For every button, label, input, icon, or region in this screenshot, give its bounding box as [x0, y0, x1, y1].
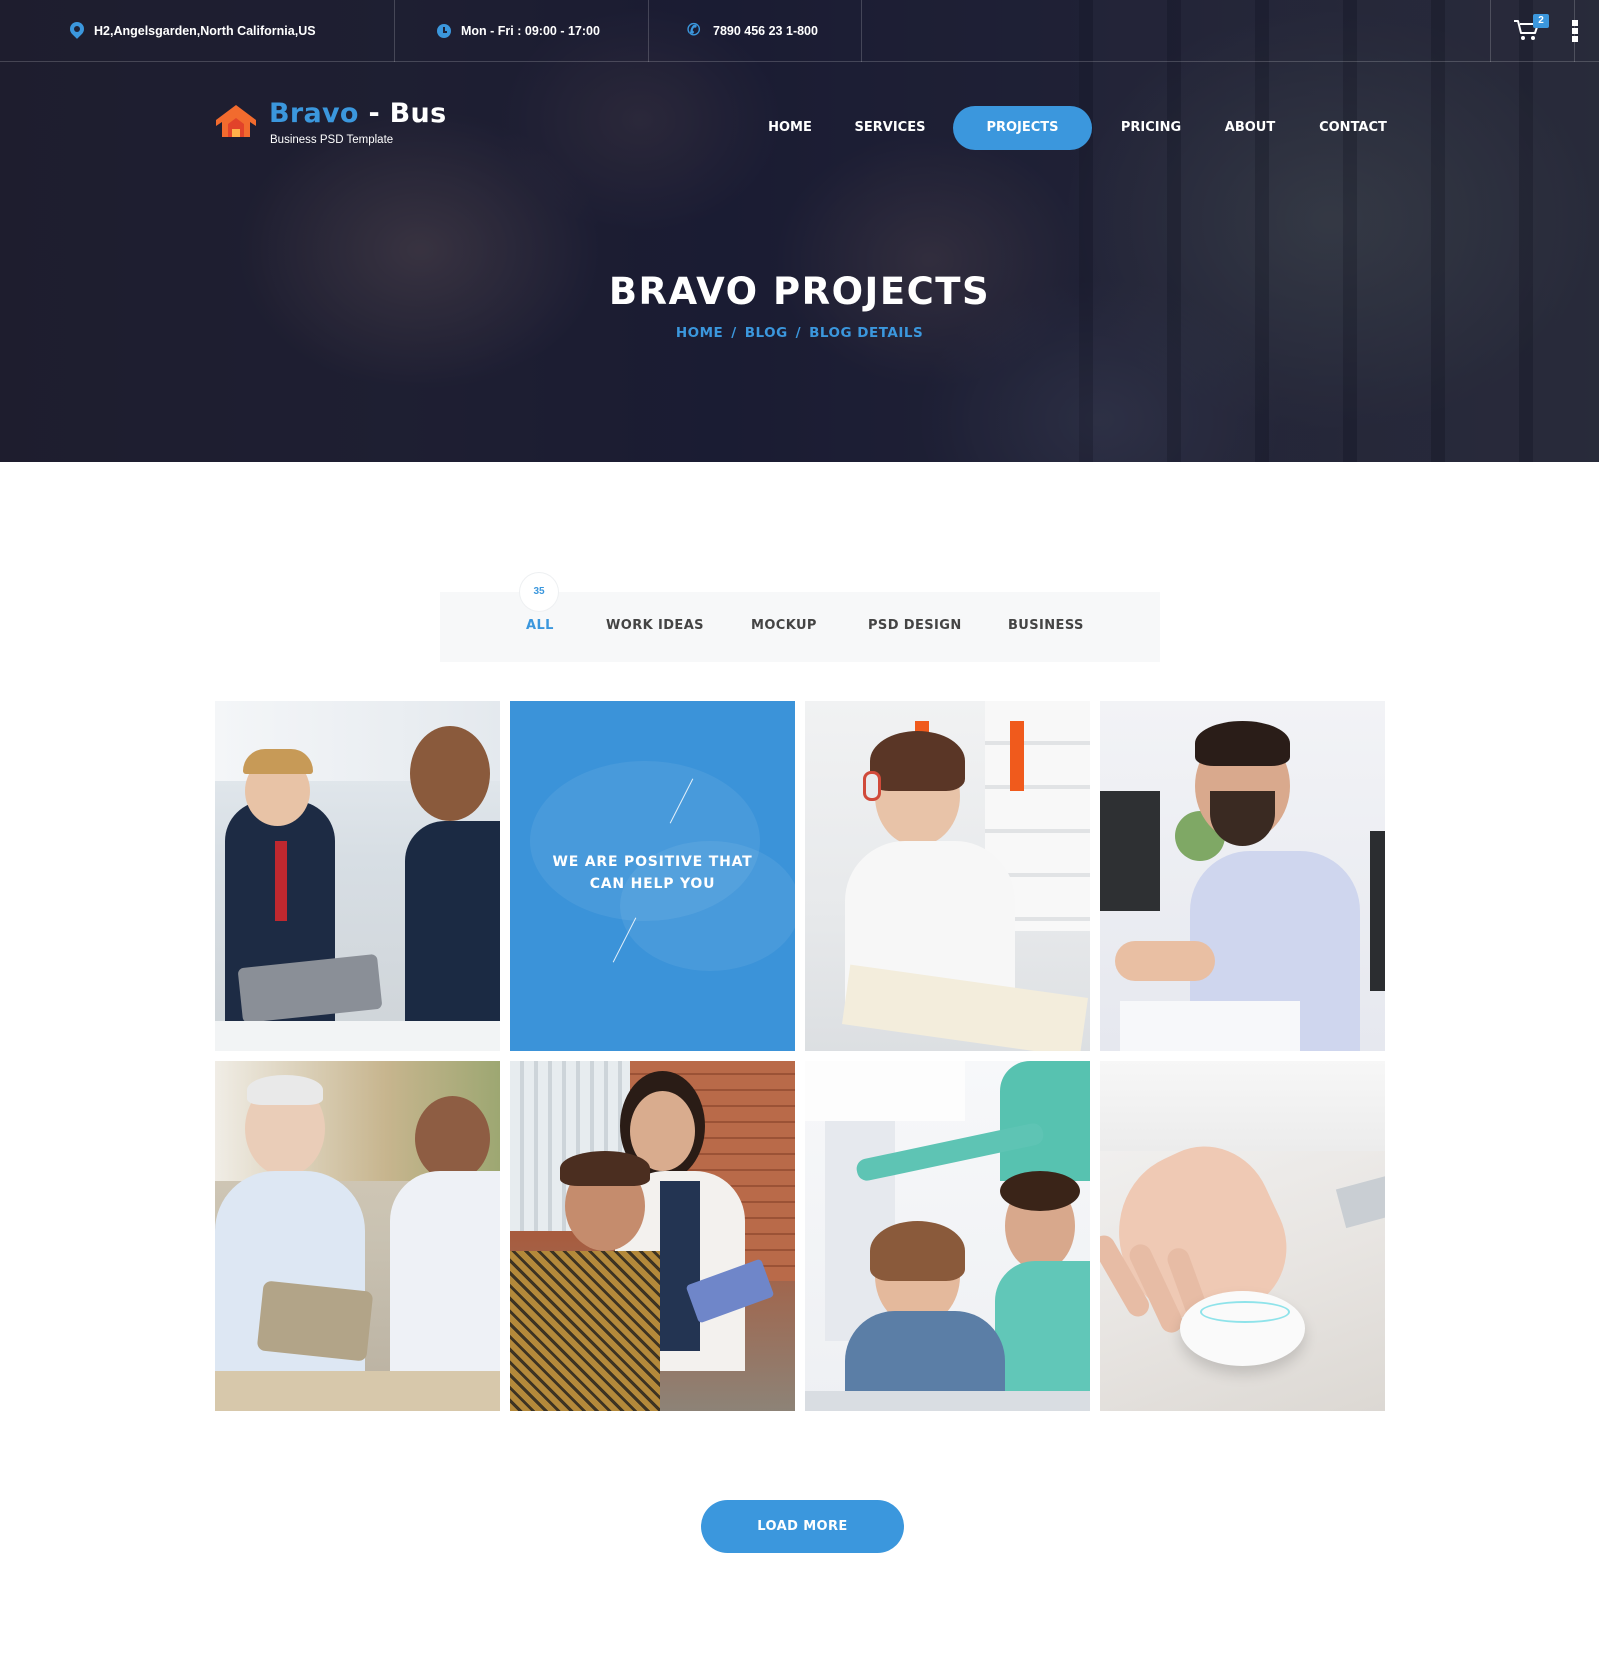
brand-suffix: - Bus [358, 98, 447, 129]
project-image-meeting-tablet[interactable] [215, 1061, 500, 1411]
breadcrumb-home[interactable]: HOME [676, 325, 723, 341]
feature-tile: WE ARE POSITIVE THAT CAN HELP YOU [510, 701, 795, 1051]
nav-contact[interactable]: CONTACT [1314, 106, 1392, 150]
load-more-button[interactable]: LOAD MORE [701, 1500, 904, 1553]
filter-tab-work-ideas[interactable]: WORK IDEAS [606, 618, 704, 633]
more-menu-icon[interactable] [1570, 20, 1580, 42]
brand-tagline: Business PSD Template [270, 134, 394, 146]
location-pin-icon [70, 22, 84, 40]
project-image-pointing-screen[interactable] [805, 1061, 1090, 1411]
nav-projects[interactable]: PROJECTS [953, 106, 1092, 150]
filter-tab-psd-design[interactable]: PSD DESIGN [868, 618, 962, 633]
address-info: H2,Angelsgarden,North California,US [70, 0, 316, 62]
hours-text: Mon - Fri : 09:00 - 17:00 [461, 24, 600, 38]
clock-icon [437, 24, 451, 38]
brand-name: Bravo - Bus [269, 98, 446, 129]
top-info-bar: H2,Angelsgarden,North California,US Mon … [0, 0, 1599, 62]
feature-text: WE ARE POSITIVE THAT CAN HELP YOU [552, 854, 753, 892]
project-image-mouse[interactable] [1100, 1061, 1385, 1411]
filter-tab-business[interactable]: BUSINESS [1008, 618, 1084, 633]
nav-pricing[interactable]: PRICING [1118, 106, 1184, 150]
hero-overlay [0, 0, 1599, 462]
project-image-office-tablet[interactable] [215, 701, 500, 1051]
brand-main: Bravo [269, 98, 359, 129]
phone-info[interactable]: ✆ 7890 456 23 1-800 [687, 0, 818, 62]
nav-about[interactable]: ABOUT [1220, 106, 1280, 150]
phone-text[interactable]: 7890 456 23 1-800 [713, 24, 818, 38]
cart-button[interactable]: 2 [1490, 0, 1575, 62]
breadcrumb-separator: / [731, 325, 737, 341]
breadcrumb-separator: / [795, 325, 802, 341]
nav-services[interactable]: SERVICES [850, 106, 930, 150]
house-logo-icon [216, 105, 256, 137]
filter-tab-mockup[interactable]: MOCKUP [751, 618, 817, 633]
project-count-badge: 35 [520, 573, 558, 611]
phone-icon: ✆ [687, 22, 701, 39]
hours-info: Mon - Fri : 09:00 - 17:00 [437, 0, 600, 62]
hero-banner: H2,Angelsgarden,North California,US Mon … [0, 0, 1599, 462]
divider [648, 0, 649, 62]
breadcrumb: HOME / BLOG / BLOG DETAILS [0, 325, 1599, 341]
breadcrumb-blog-details: BLOG DETAILS [809, 325, 924, 341]
project-image-handshake-desk[interactable] [1100, 701, 1385, 1051]
address-text: H2,Angelsgarden,North California,US [94, 24, 316, 38]
filter-tab-all[interactable]: ALL [526, 618, 554, 633]
page-title: BRAVO PROJECTS [608, 270, 991, 313]
project-image-team-brick[interactable] [510, 1061, 795, 1411]
divider [861, 0, 862, 62]
project-image-headphones[interactable] [805, 701, 1090, 1051]
cart-count-badge: 2 [1533, 14, 1549, 28]
nav-home[interactable]: HOME [760, 106, 820, 150]
divider [394, 0, 395, 62]
breadcrumb-blog[interactable]: BLOG [745, 325, 788, 341]
